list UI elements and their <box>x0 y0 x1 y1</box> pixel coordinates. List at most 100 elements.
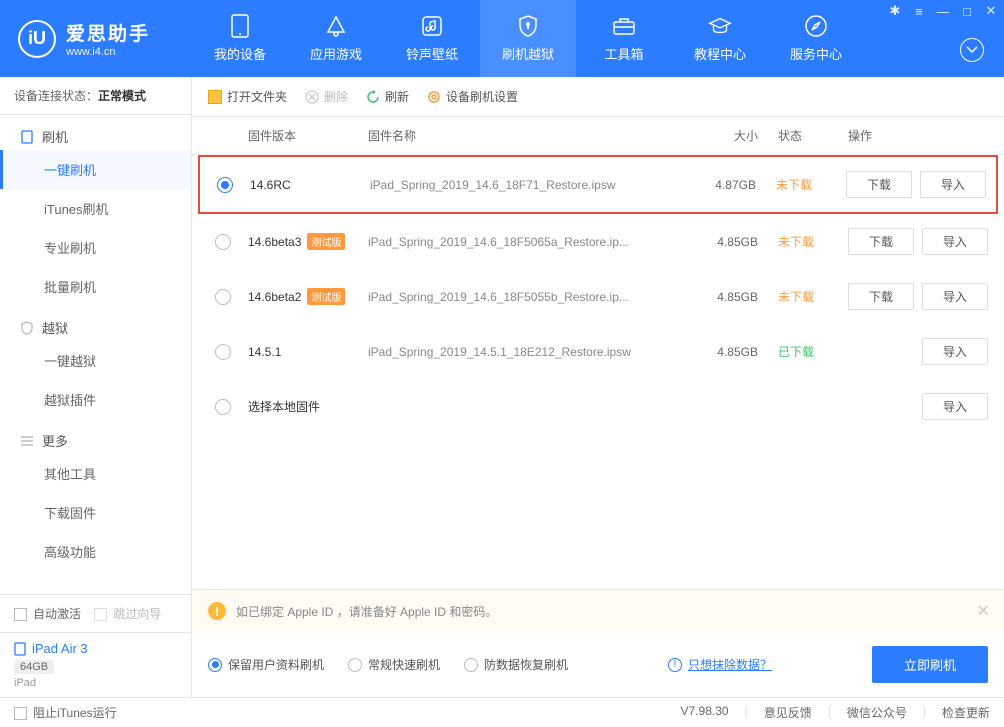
open-folder-button[interactable]: 打开文件夹 <box>208 88 287 105</box>
refresh-button[interactable]: 刷新 <box>366 88 409 105</box>
firmware-size: 4.85GB <box>678 290 758 304</box>
skin-icon[interactable]: ✱ <box>888 4 902 18</box>
erase-data-link[interactable]: 只想抹除数据？ <box>688 656 772 673</box>
sidebar-item-oneclick-flash[interactable]: 一键刷机 <box>0 150 191 189</box>
firmware-version: 14.5.1 <box>238 345 368 359</box>
tab-ringtones[interactable]: 铃声壁纸 <box>384 0 480 77</box>
firmware-name: iPad_Spring_2019_14.6_18F71_Restore.ipsw <box>370 178 676 192</box>
beta-badge: 测试版 <box>307 288 345 305</box>
nav-tabs: 我的设备 应用游戏 铃声壁纸 刷机越狱 工具箱 教程中心 服务中心 <box>192 0 864 77</box>
tab-my-device[interactable]: 我的设备 <box>192 0 288 77</box>
sidebar-item-oneclick-jailbreak[interactable]: 一键越狱 <box>0 341 191 380</box>
radio-button[interactable] <box>215 344 231 360</box>
radio-button[interactable] <box>215 399 231 415</box>
window-controls: ✱ ≡ — □ ✕ <box>888 4 998 18</box>
import-button[interactable]: 导入 <box>922 338 988 365</box>
firmware-version: 14.6beta2 测试版 <box>238 288 368 305</box>
logo-area: iU 爱思助手 www.i4.cn <box>0 19 192 58</box>
device-capacity: 64GB <box>14 660 54 674</box>
firmware-size: 4.85GB <box>678 345 758 359</box>
sidebar-item-other-tools[interactable]: 其他工具 <box>0 454 191 493</box>
maximize-icon[interactable]: □ <box>960 4 974 18</box>
option-anti-recovery[interactable]: 防数据恢复刷机 <box>464 656 568 673</box>
tab-flash-jailbreak[interactable]: 刷机越狱 <box>480 0 576 77</box>
radio-button[interactable] <box>217 177 233 193</box>
menu-icon[interactable]: ≡ <box>912 4 926 18</box>
firmware-name: iPad_Spring_2019_14.5.1_18E212_Restore.i… <box>368 345 678 359</box>
beta-badge: 测试版 <box>307 233 345 250</box>
firmware-row[interactable]: 14.6beta2 测试版 iPad_Spring_2019_14.6_18F5… <box>198 269 998 324</box>
table-header: 固件版本 固件名称 大小 状态 操作 <box>192 117 1004 155</box>
minimize-icon[interactable]: — <box>936 4 950 18</box>
alert-close-icon[interactable]: ✕ <box>977 601 990 621</box>
toolbar: 打开文件夹 删除 刷新 设备刷机设置 <box>192 77 1004 117</box>
check-update-link[interactable]: 检查更新 <box>942 704 990 721</box>
apps-icon <box>324 14 348 38</box>
wechat-link[interactable]: 微信公众号 <box>847 704 907 721</box>
app-subtitle: www.i4.cn <box>66 46 150 58</box>
settings-button[interactable]: 设备刷机设置 <box>427 88 518 105</box>
auto-activate-checkbox[interactable]: 自动激活 <box>14 607 81 621</box>
skip-wizard-checkbox[interactable]: 跳过向导 <box>94 607 161 621</box>
tablet-icon <box>14 642 26 656</box>
warning-icon: ! <box>208 602 226 620</box>
music-icon <box>420 14 444 38</box>
alert-bar: ! 如已绑定 Apple ID ，请准备好 Apple ID 和密码。 ✕ <box>192 590 1004 632</box>
sidebar-item-advanced[interactable]: 高级功能 <box>0 532 191 571</box>
flash-now-button[interactable]: 立即刷机 <box>872 646 988 683</box>
folder-icon <box>208 90 222 104</box>
flash-options: 保留用户资料刷机 常规快速刷机 防数据恢复刷机 ! 只想抹除数据？ 立即刷机 <box>192 632 1004 697</box>
toolbox-icon <box>612 14 636 38</box>
firmware-list: 14.6RC iPad_Spring_2019_14.6_18F71_Resto… <box>192 155 1004 434</box>
col-status: 状态 <box>758 127 828 144</box>
col-action: 操作 <box>828 127 988 144</box>
sidebar-item-pro-flash[interactable]: 专业刷机 <box>0 228 191 267</box>
refresh-icon <box>366 90 380 104</box>
device-type: iPad <box>14 677 177 689</box>
block-itunes-checkbox[interactable]: 阻止iTunes运行 <box>14 704 117 721</box>
sidebar-section-jailbreak: 越狱 <box>0 306 191 341</box>
firmware-status: 未下载 <box>756 176 826 193</box>
gear-icon <box>427 90 441 104</box>
radio-button[interactable] <box>215 289 231 305</box>
firmware-row[interactable]: 14.6RC iPad_Spring_2019_14.6_18F71_Resto… <box>198 155 998 214</box>
col-version: 固件版本 <box>238 127 368 144</box>
flash-section-icon <box>20 130 34 144</box>
feedback-link[interactable]: 意见反馈 <box>764 704 812 721</box>
firmware-version: 14.6beta3 测试版 <box>238 233 368 250</box>
device-name[interactable]: iPad Air 3 <box>14 641 177 656</box>
sidebar-item-download-firmware[interactable]: 下载固件 <box>0 493 191 532</box>
download-button[interactable]: 下载 <box>846 171 912 198</box>
statusbar: 阻止iTunes运行 V7.98.30| 意见反馈| 微信公众号| 检查更新 <box>0 697 1004 727</box>
option-keep-data[interactable]: 保留用户资料刷机 <box>208 656 324 673</box>
download-button[interactable]: 下载 <box>848 283 914 310</box>
app-header: iU 爱思助手 www.i4.cn 我的设备 应用游戏 铃声壁纸 刷机越狱 工具… <box>0 0 1004 77</box>
sidebar-item-jailbreak-plugins[interactable]: 越狱插件 <box>0 380 191 419</box>
close-icon[interactable]: ✕ <box>984 4 998 18</box>
firmware-row[interactable]: 14.5.1 iPad_Spring_2019_14.5.1_18E212_Re… <box>198 324 998 379</box>
tab-tutorials[interactable]: 教程中心 <box>672 0 768 77</box>
radio-button[interactable] <box>215 234 231 250</box>
import-button[interactable]: 导入 <box>922 228 988 255</box>
sidebar-item-itunes-flash[interactable]: iTunes刷机 <box>0 189 191 228</box>
firmware-version: 14.6RC <box>240 178 370 192</box>
import-button[interactable]: 导入 <box>922 283 988 310</box>
dropdown-button[interactable] <box>960 38 984 62</box>
local-firmware-row[interactable]: 选择本地固件 导入 <box>198 379 998 434</box>
import-button[interactable]: 导入 <box>920 171 986 198</box>
sidebar-item-batch-flash[interactable]: 批量刷机 <box>0 267 191 306</box>
tab-toolbox[interactable]: 工具箱 <box>576 0 672 77</box>
tab-service[interactable]: 服务中心 <box>768 0 864 77</box>
firmware-status: 未下载 <box>758 233 828 250</box>
app-title: 爱思助手 <box>66 19 150 46</box>
option-normal-flash[interactable]: 常规快速刷机 <box>348 656 440 673</box>
tab-apps[interactable]: 应用游戏 <box>288 0 384 77</box>
download-button[interactable]: 下载 <box>848 228 914 255</box>
delete-button[interactable]: 删除 <box>305 88 348 105</box>
firmware-name: iPad_Spring_2019_14.6_18F5055b_Restore.i… <box>368 290 678 304</box>
firmware-size: 4.85GB <box>678 235 758 249</box>
import-button[interactable]: 导入 <box>922 393 988 420</box>
firmware-row[interactable]: 14.6beta3 测试版 iPad_Spring_2019_14.6_18F5… <box>198 214 998 269</box>
sidebar-options: 自动激活 跳过向导 <box>0 594 191 632</box>
firmware-size: 4.87GB <box>676 178 756 192</box>
